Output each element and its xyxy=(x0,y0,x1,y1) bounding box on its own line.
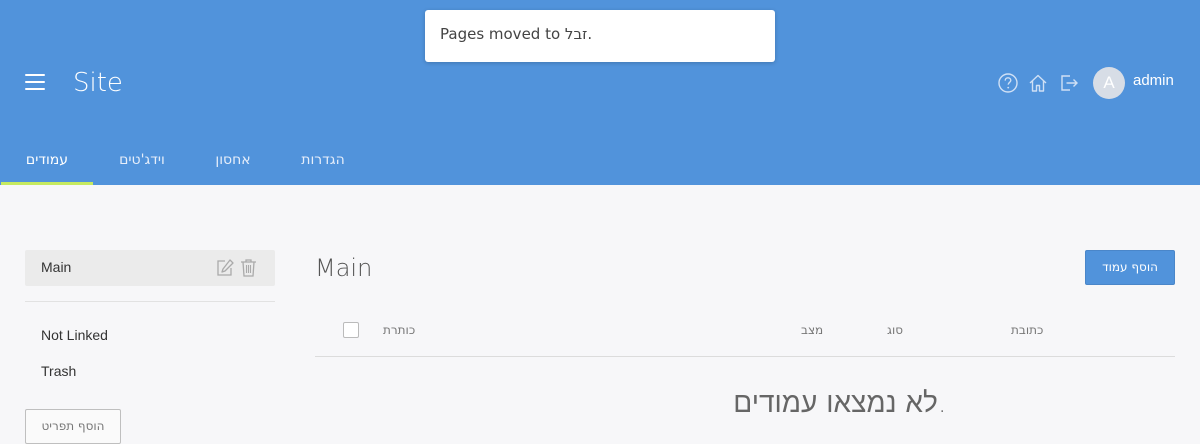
column-header-status[interactable]: מצב xyxy=(801,323,823,337)
edit-icon[interactable] xyxy=(216,258,234,277)
site-title[interactable]: Site xyxy=(73,68,123,98)
menu-icon[interactable] xyxy=(25,74,45,90)
column-header-type[interactable]: סוג xyxy=(887,323,903,337)
tab-pages[interactable]: עמודים xyxy=(1,138,93,185)
tab-bar: עמודים וידג'טים אחסון הגדרות xyxy=(0,138,1200,185)
tab-storage[interactable]: אחסון xyxy=(200,138,266,185)
add-menu-button[interactable]: הוסף תפריט xyxy=(25,409,121,444)
notification-toast: Pages moved to זבל. xyxy=(425,10,775,62)
tab-settings[interactable]: הגדרות xyxy=(286,138,360,185)
sidebar-divider xyxy=(25,301,275,302)
select-all-checkbox[interactable] xyxy=(343,322,359,338)
logout-icon[interactable] xyxy=(1058,72,1080,94)
column-header-url[interactable]: כתובת xyxy=(1011,323,1043,337)
add-page-button[interactable]: הוסף עמוד xyxy=(1085,250,1175,285)
help-icon[interactable] xyxy=(997,72,1019,94)
sidebar-item-trash[interactable]: Trash xyxy=(41,363,76,379)
home-icon[interactable] xyxy=(1027,72,1049,94)
avatar[interactable]: A xyxy=(1093,67,1125,99)
username[interactable]: admin xyxy=(1133,72,1174,89)
page-title: Main xyxy=(315,254,373,282)
trash-icon[interactable] xyxy=(240,258,257,277)
sidebar-item-not-linked[interactable]: Not Linked xyxy=(41,327,108,343)
tab-widgets[interactable]: וידג'טים xyxy=(102,138,182,185)
sidebar-item-main[interactable]: Main xyxy=(25,250,275,286)
toast-message: Pages moved to זבל. xyxy=(440,25,593,43)
sidebar-item-label: Main xyxy=(41,259,72,275)
table-divider xyxy=(315,356,1175,357)
column-header-title[interactable]: כותרת xyxy=(383,323,415,337)
empty-state-message: לא נמצאו עמודים. xyxy=(733,386,947,419)
